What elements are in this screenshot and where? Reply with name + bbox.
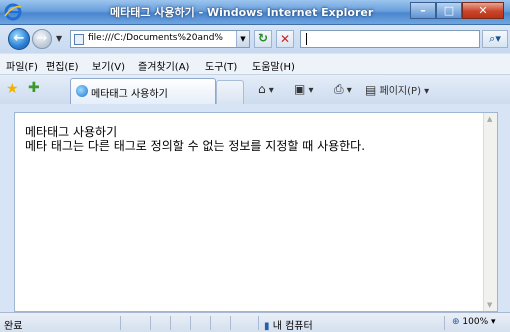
refresh-button[interactable]: ↻: [254, 30, 272, 48]
zoom-icon: ⊕: [452, 317, 460, 327]
zoom-level: 100%: [462, 317, 489, 327]
tab-active[interactable]: 메타태그 사용하기: [70, 78, 216, 104]
zone-label: 내 컴퓨터: [272, 321, 313, 332]
ie-window: 메타태그 사용하기 - Windows Internet Explorer – …: [0, 0, 510, 332]
home-icon: ⌂: [258, 82, 266, 96]
scroll-up-icon[interactable]: ▲: [487, 115, 492, 123]
ie-logo-icon: [4, 3, 22, 21]
window-title: 메타태그 사용하기 - Windows Internet Explorer: [110, 6, 374, 19]
security-zone: ▮ 내 컴퓨터: [264, 317, 313, 332]
status-divider: [120, 316, 121, 330]
minimize-button[interactable]: –: [410, 2, 436, 19]
search-button[interactable]: ⌕▾: [482, 30, 508, 48]
forward-arrow-icon: →: [36, 31, 48, 46]
tab-label: 메타태그 사용하기: [91, 89, 168, 100]
address-dropdown[interactable]: ▼: [236, 31, 249, 47]
computer-icon: ▮: [264, 321, 270, 332]
content-line-2: 메타 태그는 다른 태그로 정의할 수 없는 정보를 지정할 때 사용한다.: [25, 139, 366, 153]
back-arrow-icon: ←: [13, 31, 25, 46]
scroll-down-icon[interactable]: ▼: [487, 301, 492, 309]
maximize-button[interactable]: □: [436, 2, 462, 19]
status-divider: [150, 316, 151, 330]
back-button[interactable]: ←: [8, 28, 30, 50]
page-content: 메타태그 사용하기 메타 태그는 다른 태그로 정의할 수 없는 정보를 지정할…: [14, 112, 498, 312]
menu-bar: 파일(F) 편집(E) 보기(V) 즐겨찾기(A) 도구(T) 도움말(H): [0, 54, 510, 75]
stop-button[interactable]: ✕: [276, 30, 294, 48]
address-bar: ← → ▼ file:///C:/Documents%20and% ▼ ↻ ✕ …: [0, 25, 510, 53]
text-caret: [306, 33, 307, 45]
status-text: 완료: [4, 321, 23, 332]
status-divider: [210, 316, 211, 330]
add-favorites-icon[interactable]: ✚: [28, 80, 40, 96]
feeds-button[interactable]: ▣ ▾: [294, 82, 314, 96]
status-divider: [170, 316, 171, 330]
page-menu-icon: ▤: [365, 83, 377, 97]
search-input[interactable]: [300, 30, 480, 48]
close-button[interactable]: ✕: [462, 2, 504, 19]
window-controls: – □ ✕: [410, 2, 504, 19]
page-icon: [74, 34, 84, 45]
document-body: 메타태그 사용하기 메타 태그는 다른 태그로 정의할 수 없는 정보를 지정할…: [25, 125, 365, 153]
menu-favorites[interactable]: 즐겨찾기(A): [138, 58, 189, 73]
favorites-star-icon[interactable]: ★: [6, 81, 19, 97]
forward-button[interactable]: →: [32, 29, 52, 49]
status-divider: [258, 316, 259, 330]
title-bar: 메타태그 사용하기 - Windows Internet Explorer – …: [0, 0, 510, 25]
address-url: file:///C:/Documents%20and%: [88, 33, 223, 43]
zoom-control[interactable]: ⊕ 100% ▾: [452, 317, 496, 327]
status-bar: 완료 ▮ 내 컴퓨터 ⊕ 100% ▾: [0, 312, 510, 332]
address-input[interactable]: file:///C:/Documents%20and% ▼: [70, 30, 250, 48]
status-divider: [230, 316, 231, 330]
vertical-scrollbar[interactable]: ▲ ▼: [483, 113, 497, 311]
search-icon: ⌕▾: [489, 32, 501, 45]
page-menu-label: 페이지(P): [379, 86, 421, 97]
content-line-1: 메타태그 사용하기: [25, 125, 118, 139]
tab-bar: ★ ✚ 메타태그 사용하기 ⌂ ▾ ▣ ▾ ⎙ ▾ ▤ 페이지(P) ▾: [0, 75, 510, 104]
status-divider: [190, 316, 191, 330]
menu-help[interactable]: 도움말(H): [252, 58, 295, 73]
status-divider: [444, 316, 445, 330]
stop-icon: ✕: [279, 32, 291, 46]
feeds-icon: ▣: [294, 82, 306, 96]
refresh-icon: ↻: [257, 31, 269, 45]
menu-tools[interactable]: 도구(T): [205, 58, 237, 73]
tab-ie-icon: [76, 85, 88, 97]
menu-view[interactable]: 보기(V): [92, 58, 125, 73]
menu-edit[interactable]: 편집(E): [46, 58, 79, 73]
history-dropdown[interactable]: ▼: [56, 34, 62, 43]
print-icon: ⎙: [334, 82, 344, 96]
page-menu-button[interactable]: ▤ 페이지(P) ▾: [365, 82, 429, 97]
menu-file[interactable]: 파일(F): [6, 58, 38, 73]
new-tab-button[interactable]: [216, 80, 244, 104]
print-button[interactable]: ⎙ ▾: [334, 82, 352, 97]
home-button[interactable]: ⌂ ▾: [258, 82, 274, 96]
